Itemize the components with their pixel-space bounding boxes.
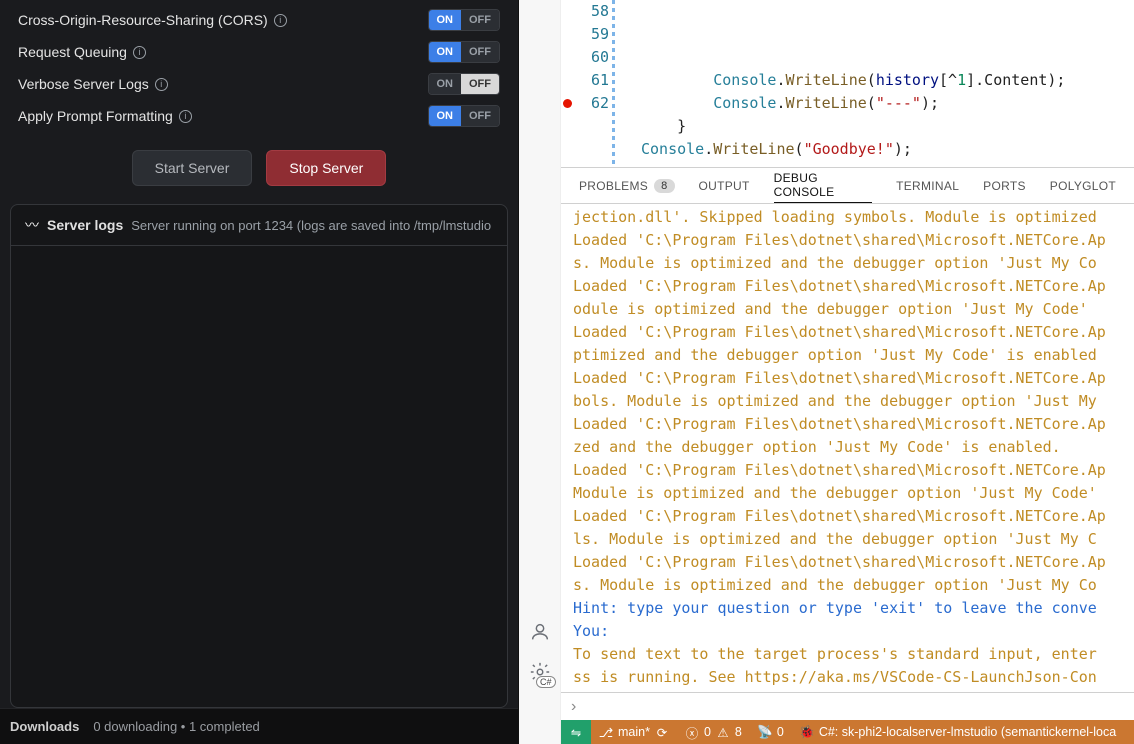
panel-tabs: PROBLEMS 8 OUTPUT DEBUG CONSOLE TERMINAL… — [561, 168, 1134, 204]
debug-line: jection.dll'. Skipped loading symbols. M… — [573, 206, 1126, 229]
setting-queuing: Request Queuing i ON OFF — [18, 36, 500, 68]
setting-label: Request Queuing — [18, 44, 127, 60]
tab-polyglot[interactable]: POLYGLOT — [1050, 168, 1116, 203]
tab-terminal[interactable]: TERMINAL — [896, 168, 959, 203]
debug-line: zed and the debugger option 'Just My Cod… — [573, 436, 1126, 459]
radio-tower-icon: 📡 — [758, 725, 772, 739]
problems-status[interactable]: ⓧ 0 ⚠ 8 — [677, 720, 750, 744]
setting-label: Apply Prompt Formatting — [18, 108, 173, 124]
debug-line: s. Module is optimized and the debugger … — [573, 252, 1126, 275]
status-bar: ⇋ ⎇ main* ⟳ ⓧ 0 ⚠ 8 📡 0 🐞 C#: sk-phi2-lo… — [561, 720, 1134, 744]
debug-line: Loaded 'C:\Program Files\dotnet\shared\M… — [573, 505, 1126, 528]
logs-title: Server logs — [47, 217, 123, 233]
debug-line: bols. Module is optimized and the debugg… — [573, 390, 1126, 413]
info-icon[interactable]: i — [179, 110, 192, 123]
debug-line: ptimized and the debugger option 'Just M… — [573, 344, 1126, 367]
git-branch[interactable]: ⎇ main* ⟳ — [591, 720, 677, 744]
debug-target[interactable]: 🐞 C#: sk-phi2-localserver-lmstudio (sema… — [792, 720, 1124, 744]
info-icon[interactable]: i — [155, 78, 168, 91]
debug-line: Module is optimized and the debugger opt… — [573, 482, 1126, 505]
debug-line: Loaded 'C:\Program Files\dotnet\shared\M… — [573, 275, 1126, 298]
start-server-button[interactable]: Start Server — [132, 150, 253, 186]
prompt-chevron-icon: › — [571, 698, 576, 716]
code-line[interactable]: Console.WriteLine("---"); — [641, 92, 1134, 115]
error-icon: ⓧ — [685, 725, 699, 739]
downloads-label: Downloads — [10, 719, 79, 734]
code-line[interactable]: } — [641, 115, 1134, 138]
server-settings: Cross-Origin-Resource-Sharing (CORS) i O… — [0, 0, 518, 196]
tab-ports[interactable]: PORTS — [983, 168, 1026, 203]
toggle-verbose[interactable]: ON OFF — [428, 73, 501, 95]
debug-line: odule is optimized and the debugger opti… — [573, 298, 1126, 321]
toggle-cors[interactable]: ON OFF — [428, 9, 501, 31]
setting-label: Verbose Server Logs — [18, 76, 149, 92]
toggle-prompt-format[interactable]: ON OFF — [428, 105, 501, 127]
settings-gear-icon[interactable]: C# — [528, 660, 552, 684]
remote-icon: ⇋ — [569, 725, 583, 739]
debug-line: Loaded 'C:\Program Files\dotnet\shared\M… — [573, 459, 1126, 482]
activity-bar: C# — [519, 0, 561, 744]
activity-icon: 〰 — [25, 215, 39, 235]
downloads-bar[interactable]: Downloads 0 downloading • 1 completed — [0, 708, 518, 744]
debug-console-input[interactable]: › — [561, 692, 1134, 720]
debug-line: You: — [573, 620, 1126, 643]
lmstudio-panel: Cross-Origin-Resource-Sharing (CORS) i O… — [0, 0, 518, 744]
debug-line: s. Module is optimized and the debugger … — [573, 574, 1126, 597]
setting-verbose: Verbose Server Logs i ON OFF — [18, 68, 500, 100]
info-icon[interactable]: i — [274, 14, 287, 27]
problems-count-badge: 8 — [654, 179, 674, 193]
stop-server-button[interactable]: Stop Server — [266, 150, 386, 186]
sync-icon[interactable]: ⟳ — [655, 725, 669, 739]
setting-prompt-format: Apply Prompt Formatting i ON OFF — [18, 100, 500, 132]
tab-problems[interactable]: PROBLEMS 8 — [579, 168, 675, 203]
setting-cors: Cross-Origin-Resource-Sharing (CORS) i O… — [18, 4, 500, 36]
debug-line: ss is running. See https://aka.ms/VSCode… — [573, 666, 1126, 689]
code-line[interactable]: Console.WriteLine("Goodbye!"); — [641, 138, 1134, 161]
server-logs-panel: 〰 Server logs Server running on port 123… — [10, 204, 508, 708]
debug-line: ls. Module is optimized and the debugger… — [573, 528, 1126, 551]
code-area[interactable]: Console.WriteLine(history[^1].Content); … — [623, 0, 1134, 167]
code-line[interactable]: Console.WriteLine(history[^1].Content); — [641, 69, 1134, 92]
debug-line: Loaded 'C:\Program Files\dotnet\shared\M… — [573, 321, 1126, 344]
debug-line: Loaded 'C:\Program Files\dotnet\shared\M… — [573, 229, 1126, 252]
logs-status: Server running on port 1234 (logs are sa… — [131, 218, 491, 233]
branch-icon: ⎇ — [599, 725, 613, 739]
downloads-detail: 0 downloading • 1 completed — [93, 719, 259, 734]
debug-line: Loaded 'C:\Program Files\dotnet\shared\M… — [573, 367, 1126, 390]
debug-icon: 🐞 — [800, 725, 814, 739]
ports-status[interactable]: 📡 0 — [750, 720, 792, 744]
tab-output[interactable]: OUTPUT — [699, 168, 750, 203]
warning-icon: ⚠ — [716, 725, 730, 739]
debug-line: Loaded 'C:\Program Files\dotnet\shared\M… — [573, 413, 1126, 436]
toggle-queuing[interactable]: ON OFF — [428, 41, 501, 63]
vscode-window: C# 5859606162 Console.WriteLine(history[… — [518, 0, 1134, 744]
debug-console-output[interactable]: jection.dll'. Skipped loading symbols. M… — [561, 204, 1134, 692]
remote-indicator[interactable]: ⇋ — [561, 720, 591, 744]
csharp-badge-icon: C# — [536, 676, 556, 688]
code-editor[interactable]: 5859606162 Console.WriteLine(history[^1]… — [561, 0, 1134, 168]
debug-line: To send text to the target process's sta… — [573, 643, 1126, 666]
debug-line: Loaded 'C:\Program Files\dotnet\shared\M… — [573, 551, 1126, 574]
debug-line: Hint: type your question or type 'exit' … — [573, 597, 1126, 620]
account-icon[interactable] — [528, 620, 552, 644]
setting-label: Cross-Origin-Resource-Sharing (CORS) — [18, 12, 268, 28]
tab-debug-console[interactable]: DEBUG CONSOLE — [774, 168, 872, 203]
info-icon[interactable]: i — [133, 46, 146, 59]
